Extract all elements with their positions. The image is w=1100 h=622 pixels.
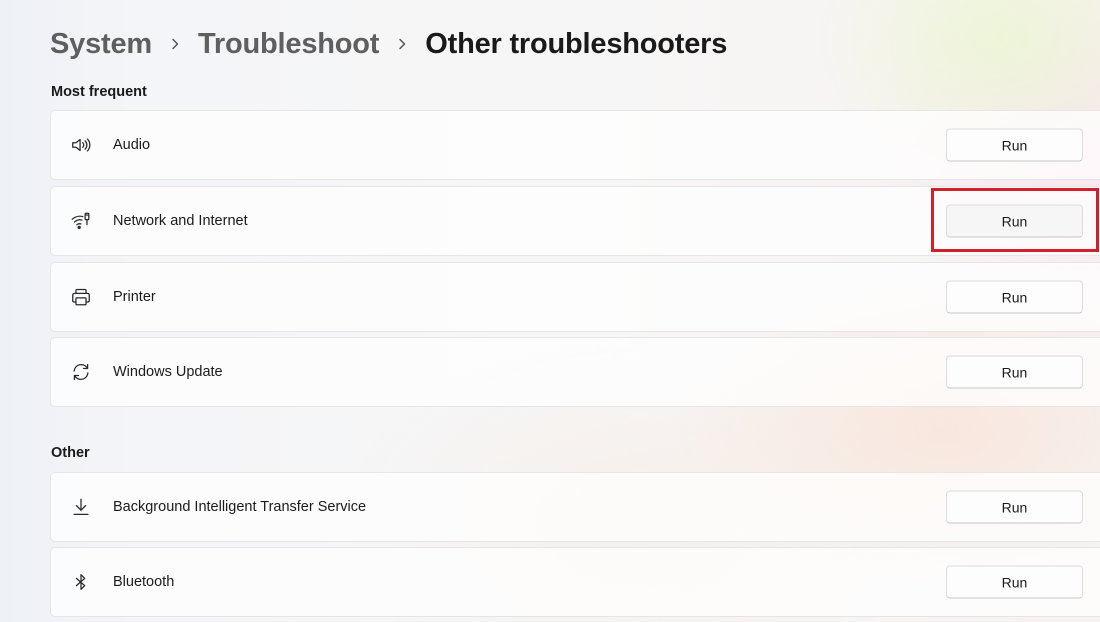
troubleshooter-row-network: Network and Internet Run	[50, 186, 1100, 256]
chevron-right-icon	[152, 38, 198, 50]
refresh-icon	[69, 360, 93, 384]
troubleshooter-label: Audio	[113, 137, 151, 153]
download-icon	[69, 495, 93, 519]
run-windows-update-button[interactable]: Run	[946, 355, 1083, 389]
section-title-most-frequent: Most frequent	[51, 84, 147, 100]
chevron-right-icon	[379, 38, 425, 50]
page-title: Other troubleshooters	[425, 27, 728, 60]
breadcrumb: System Troubleshoot Other troubleshooter…	[50, 24, 727, 64]
run-printer-button[interactable]: Run	[946, 280, 1083, 314]
run-bluetooth-button[interactable]: Run	[946, 565, 1083, 599]
troubleshooter-row-bits: Background Intelligent Transfer Service …	[50, 472, 1100, 542]
speaker-icon	[69, 133, 93, 157]
troubleshooter-label: Network and Internet	[113, 213, 248, 229]
run-bits-button[interactable]: Run	[946, 490, 1083, 524]
troubleshooter-row-windows-update: Windows Update Run	[50, 337, 1100, 407]
breadcrumb-troubleshoot[interactable]: Troubleshoot	[198, 28, 379, 61]
run-audio-button[interactable]: Run	[946, 128, 1083, 162]
troubleshooter-row-bluetooth: Bluetooth Run	[50, 547, 1100, 617]
bluetooth-icon	[69, 570, 93, 594]
troubleshooter-label: Background Intelligent Transfer Service	[113, 499, 367, 515]
printer-icon	[69, 285, 93, 309]
troubleshooter-label: Bluetooth	[113, 574, 175, 590]
run-network-button[interactable]: Run	[946, 204, 1083, 238]
troubleshooter-row-printer: Printer Run	[50, 262, 1100, 332]
wifi-network-icon	[69, 209, 93, 233]
troubleshooter-row-audio: Audio Run	[50, 110, 1100, 180]
troubleshooter-label: Windows Update	[113, 364, 223, 380]
section-title-other: Other	[51, 445, 90, 461]
troubleshooter-label: Printer	[113, 289, 156, 305]
breadcrumb-system[interactable]: System	[50, 28, 152, 61]
